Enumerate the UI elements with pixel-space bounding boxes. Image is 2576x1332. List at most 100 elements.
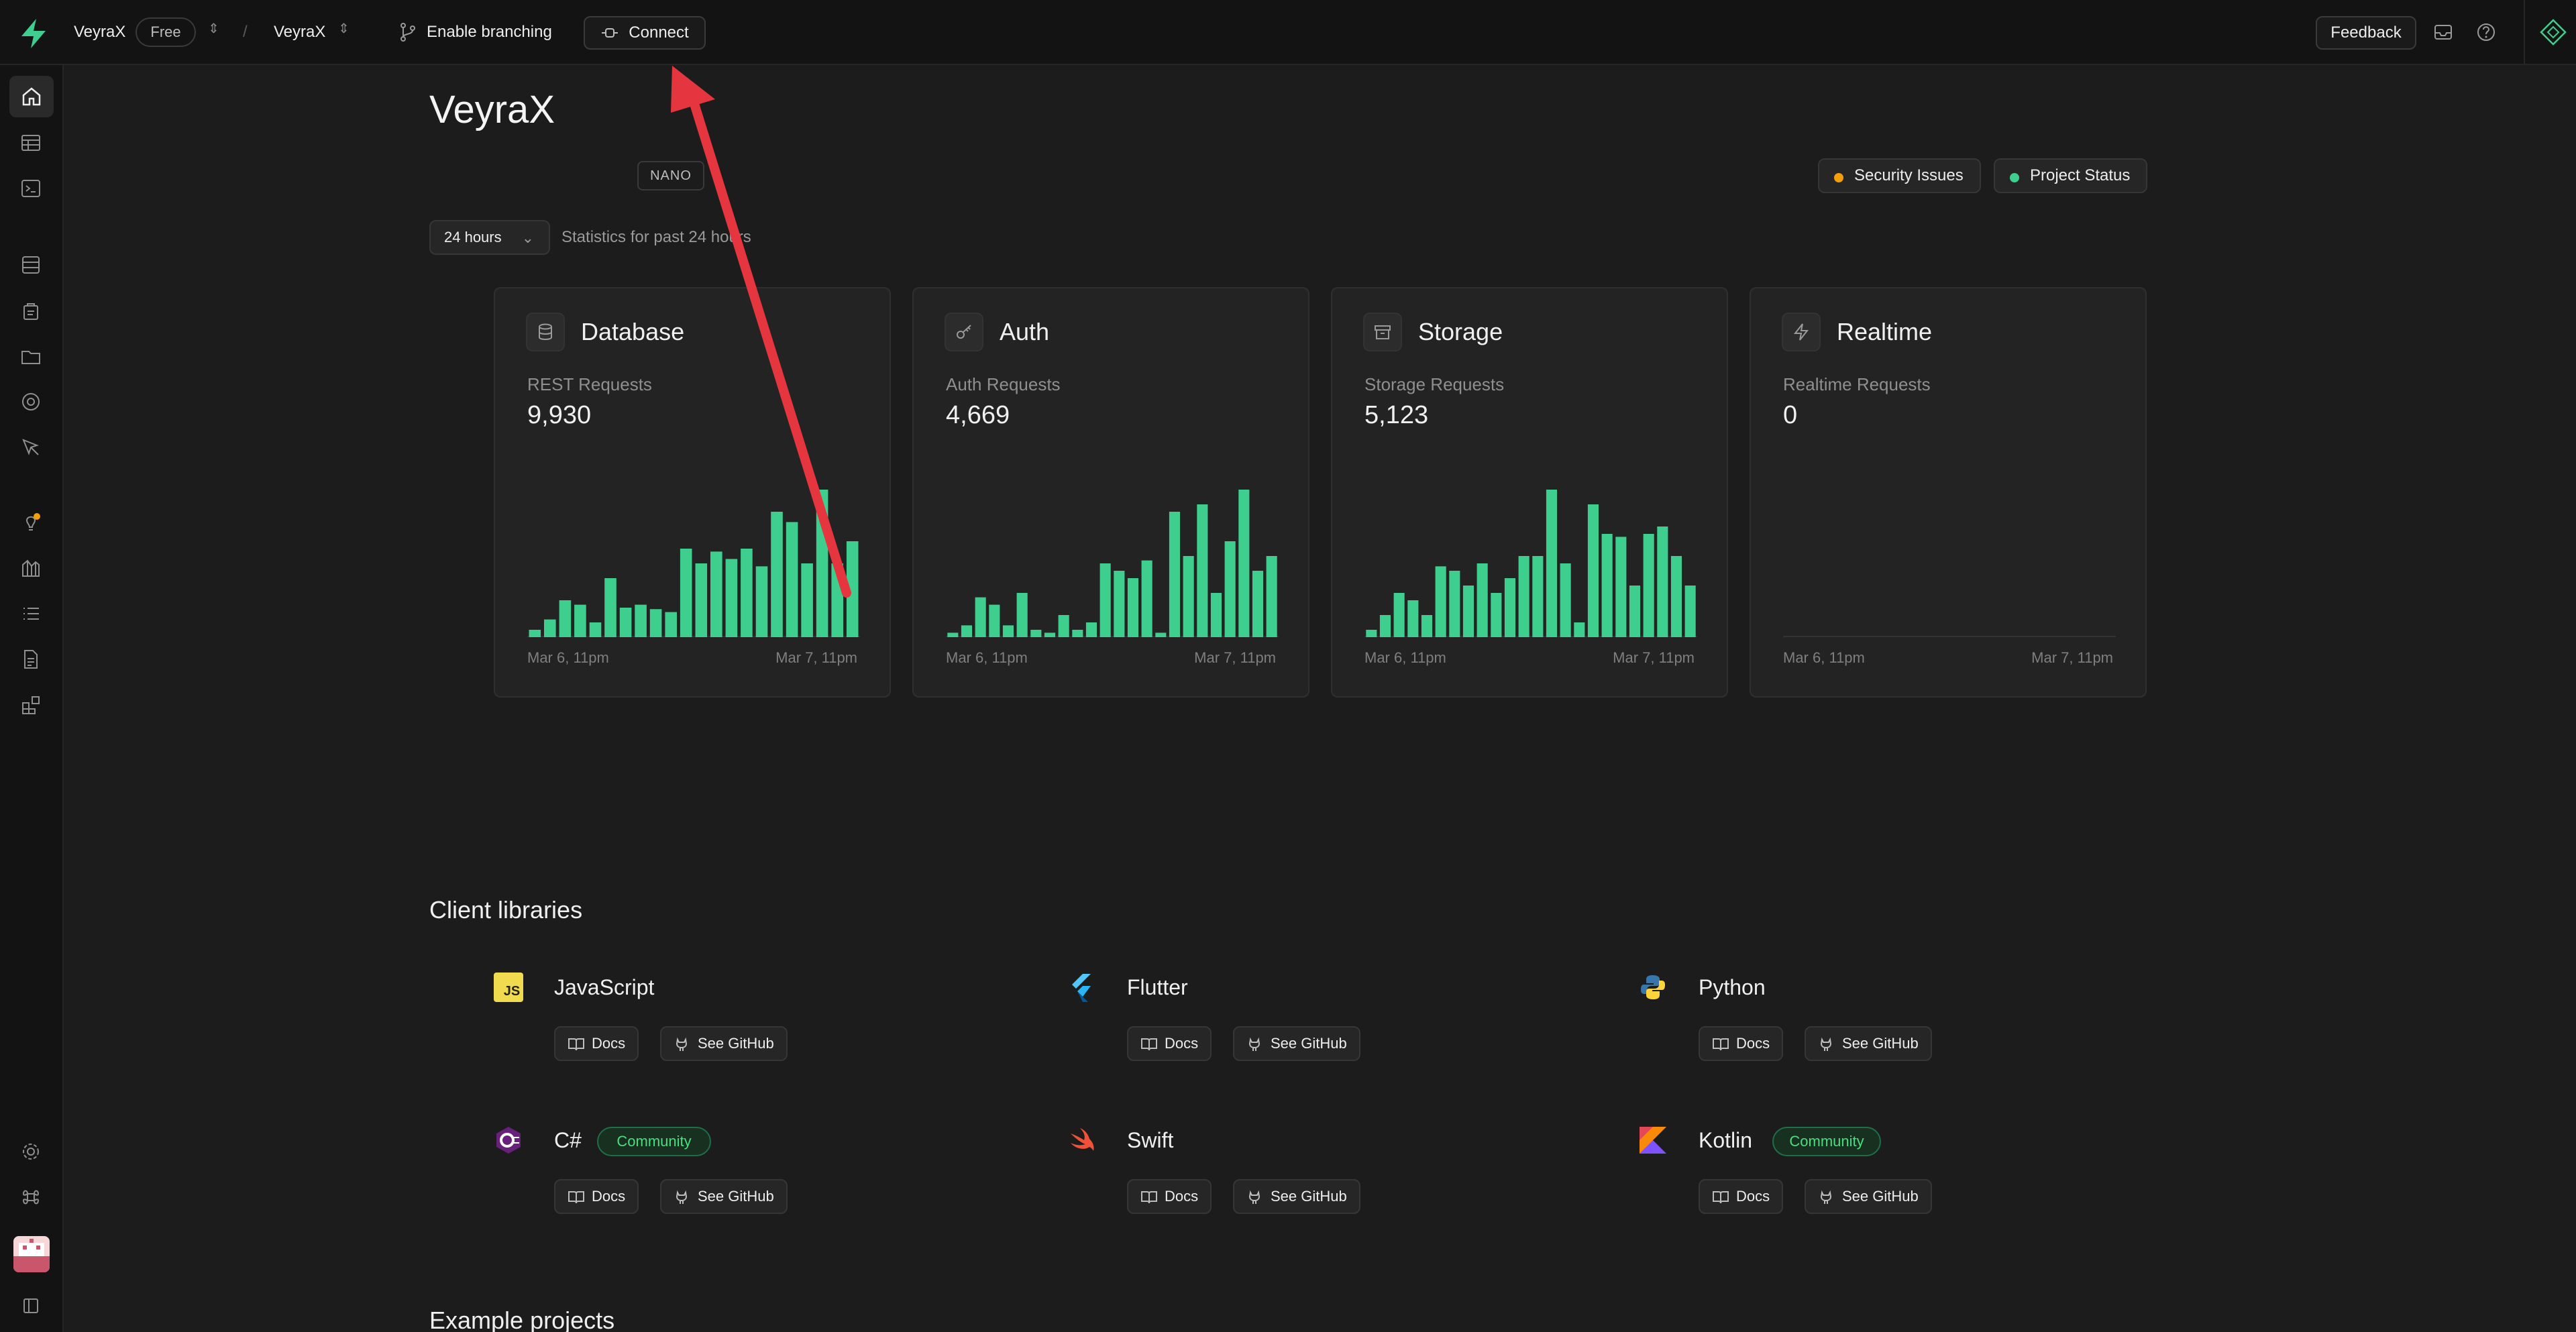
auth-icon[interactable]: [17, 297, 44, 324]
assistant-icon[interactable]: [2538, 17, 2568, 47]
settings-icon[interactable]: [17, 1138, 44, 1165]
chart-bar[interactable]: [1155, 632, 1167, 637]
chart-bar[interactable]: [1379, 615, 1391, 637]
realtime-icon[interactable]: [17, 388, 44, 415]
chart-bar[interactable]: [1615, 537, 1627, 637]
database-card[interactable]: Database REST Requests 9,930 Mar 6, 11pm…: [494, 287, 891, 698]
github-button[interactable]: See GitHub: [1805, 1179, 1932, 1214]
chart-bar[interactable]: [725, 559, 738, 637]
project-name[interactable]: VeyraX: [274, 23, 325, 42]
chart-bar[interactable]: [1670, 556, 1682, 637]
chart-bar[interactable]: [544, 619, 556, 637]
chart-bar[interactable]: [801, 563, 813, 637]
time-range-select[interactable]: 24 hours ⌄: [429, 220, 550, 255]
chart-bar[interactable]: [755, 566, 768, 637]
chart-bar[interactable]: [1072, 630, 1083, 637]
org-switcher-chevron-icon[interactable]: ⇕: [208, 20, 219, 37]
chart-bar[interactable]: [1002, 625, 1014, 637]
project-switcher-chevron-icon[interactable]: ⇕: [338, 20, 350, 37]
table-editor-icon[interactable]: [17, 129, 44, 156]
project-status-button[interactable]: Project Status: [1994, 158, 2148, 193]
connect-button[interactable]: Connect: [584, 16, 706, 50]
chart-bar[interactable]: [1518, 556, 1529, 637]
chart-bar[interactable]: [680, 549, 692, 637]
docs-button[interactable]: Docs: [554, 1026, 639, 1061]
chart-bar[interactable]: [1141, 560, 1152, 637]
chart-bar[interactable]: [1407, 600, 1419, 637]
chart-bar[interactable]: [816, 490, 828, 637]
integrations-icon[interactable]: [17, 691, 44, 718]
chart-bar[interactable]: [846, 541, 859, 637]
docs-button[interactable]: Docs: [1127, 1026, 1212, 1061]
command-icon[interactable]: [17, 1184, 44, 1211]
docs-button[interactable]: Docs: [554, 1179, 639, 1214]
org-name[interactable]: VeyraX: [74, 23, 125, 42]
github-button[interactable]: See GitHub: [1805, 1026, 1932, 1061]
chart-bar[interactable]: [947, 632, 959, 637]
enable-branching-button[interactable]: Enable branching: [427, 23, 552, 42]
chart-bar[interactable]: [1657, 526, 1668, 637]
chart-bar[interactable]: [1393, 593, 1405, 637]
chart-bar[interactable]: [665, 612, 677, 637]
chart-bar[interactable]: [1462, 586, 1474, 637]
chart-bar[interactable]: [1210, 593, 1222, 637]
chart-bar[interactable]: [771, 512, 783, 637]
chart-bar[interactable]: [1601, 534, 1613, 637]
collapse-sidebar-icon[interactable]: [17, 1292, 44, 1319]
chart-bar[interactable]: [1085, 622, 1097, 637]
chart-bar[interactable]: [1684, 586, 1696, 637]
api-docs-icon[interactable]: [17, 646, 44, 673]
chart-bar[interactable]: [695, 563, 708, 637]
chart-bar[interactable]: [1030, 630, 1042, 637]
github-button[interactable]: See GitHub: [1233, 1179, 1360, 1214]
chart-bar[interactable]: [975, 597, 986, 637]
chart-bar[interactable]: [1491, 593, 1502, 637]
auth-card[interactable]: Auth Auth Requests 4,669 Mar 6, 11pm Mar…: [912, 287, 1309, 698]
chart-bar[interactable]: [1169, 512, 1180, 637]
docs-button[interactable]: Docs: [1127, 1179, 1212, 1214]
chart-bar[interactable]: [1532, 556, 1544, 637]
logs-icon[interactable]: [17, 600, 44, 627]
home-icon[interactable]: [9, 76, 54, 117]
security-issues-button[interactable]: Security Issues: [1818, 158, 1981, 193]
chart-bar[interactable]: [961, 625, 972, 637]
chart-bar[interactable]: [1643, 534, 1654, 637]
chart-bar[interactable]: [589, 622, 602, 637]
github-button[interactable]: See GitHub: [660, 1179, 788, 1214]
chart-bar[interactable]: [1574, 622, 1585, 637]
chart-bar[interactable]: [831, 563, 843, 637]
inbox-icon[interactable]: [2431, 20, 2455, 44]
chart-bar[interactable]: [1435, 566, 1446, 637]
reports-icon[interactable]: [17, 555, 44, 581]
chart-bar[interactable]: [635, 604, 647, 637]
github-button[interactable]: See GitHub: [660, 1026, 788, 1061]
chart-bar[interactable]: [1421, 615, 1432, 637]
chart-bar[interactable]: [1252, 571, 1263, 637]
chart-bar[interactable]: [1044, 632, 1055, 637]
chart-bar[interactable]: [1058, 615, 1069, 637]
github-button[interactable]: See GitHub: [1233, 1026, 1360, 1061]
chart-bar[interactable]: [1127, 578, 1138, 637]
chart-bar[interactable]: [786, 522, 798, 637]
feedback-button[interactable]: Feedback: [2316, 16, 2416, 50]
chart-bar[interactable]: [1197, 504, 1208, 637]
chart-bar[interactable]: [529, 630, 541, 637]
realtime-card[interactable]: Realtime Realtime Requests 0 Mar 6, 11pm…: [1750, 287, 2147, 698]
database-icon[interactable]: [17, 252, 44, 278]
chart-bar[interactable]: [1477, 563, 1488, 637]
chart-bar[interactable]: [741, 549, 753, 637]
chart-bar[interactable]: [1238, 490, 1250, 637]
storage-card[interactable]: Storage Storage Requests 5,123 Mar 6, 11…: [1331, 287, 1728, 698]
chart-bar[interactable]: [1114, 571, 1125, 637]
chart-bar[interactable]: [1560, 563, 1571, 637]
chart-bar[interactable]: [1016, 593, 1028, 637]
avatar[interactable]: [13, 1236, 50, 1272]
chart-bar[interactable]: [1183, 556, 1194, 637]
storage-icon[interactable]: [17, 343, 44, 370]
chart-bar[interactable]: [1449, 571, 1460, 637]
chart-bar[interactable]: [1366, 630, 1377, 637]
chart-bar[interactable]: [559, 600, 572, 637]
docs-button[interactable]: Docs: [1699, 1026, 1784, 1061]
chart-bar[interactable]: [1629, 586, 1640, 637]
chart-bar[interactable]: [710, 551, 722, 637]
